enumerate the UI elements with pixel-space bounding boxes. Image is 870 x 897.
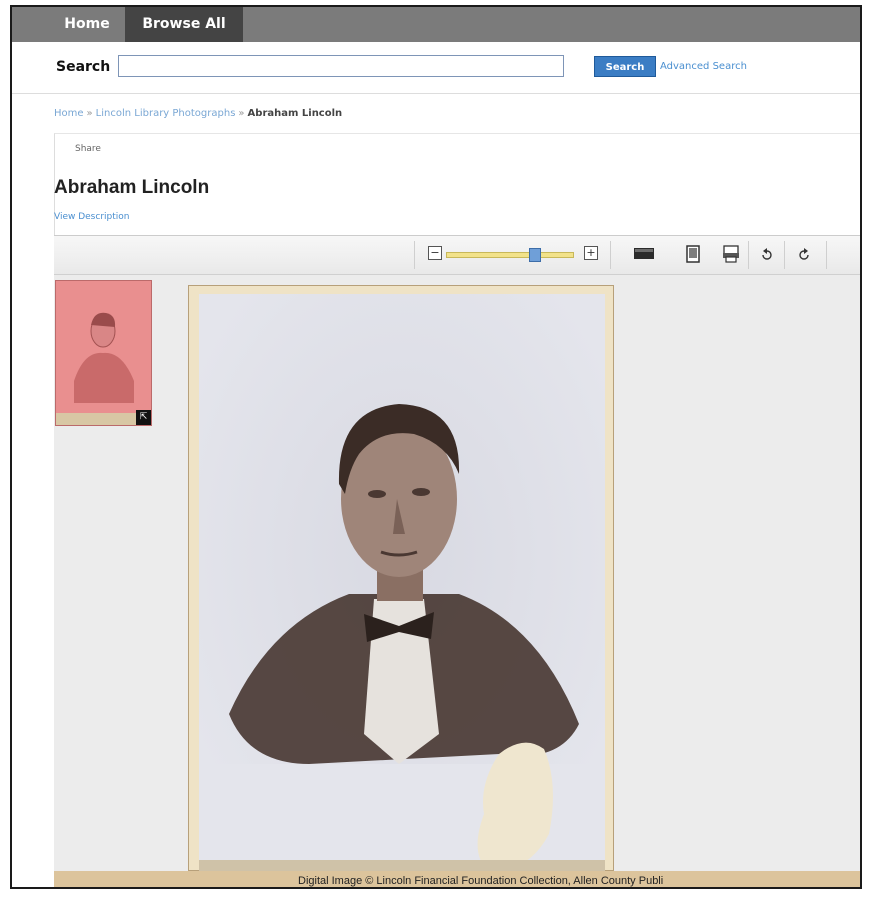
breadcrumb-separator: »	[86, 108, 93, 119]
rotate-left-icon[interactable]	[758, 244, 776, 264]
rotate-right-icon[interactable]	[795, 244, 813, 264]
nav-home-tab[interactable]: Home	[52, 7, 122, 42]
zoom-slider-handle[interactable]	[529, 248, 542, 262]
image-viewer[interactable]: ⇱	[54, 275, 860, 872]
thumbnail-expand-icon[interactable]: ⇱	[136, 410, 151, 425]
search-input[interactable]	[118, 55, 564, 77]
viewer-toolbar: − +	[54, 235, 860, 275]
zoom-out-button[interactable]: −	[428, 246, 442, 260]
breadcrumb-collection[interactable]: Lincoln Library Photographs	[96, 108, 236, 119]
toolbar-divider	[414, 241, 415, 269]
top-nav: Home Browse All	[12, 7, 860, 42]
photograph-image	[199, 294, 605, 872]
zoom-in-button[interactable]: +	[584, 246, 598, 260]
advanced-search-link[interactable]: Advanced Search	[660, 61, 747, 72]
zoom-slider[interactable]	[446, 248, 574, 262]
breadcrumb-separator: »	[238, 108, 245, 119]
breadcrumb: Home» Lincoln Library Photographs» Abraham…	[54, 108, 342, 119]
breadcrumb-home[interactable]: Home	[54, 108, 84, 119]
print-icon[interactable]	[721, 244, 741, 264]
search-label: Search	[56, 59, 111, 75]
view-description-link[interactable]: View Description	[54, 212, 129, 222]
lincoln-portrait	[199, 294, 605, 872]
share-link[interactable]: Share	[75, 144, 101, 154]
browser-frame: Home Browse All Search Search Advanced S…	[10, 5, 862, 889]
photograph[interactable]	[188, 285, 614, 872]
toolbar-divider	[748, 241, 749, 269]
breadcrumb-current: Abraham Lincoln	[247, 108, 343, 119]
fit-width-icon[interactable]	[632, 244, 656, 264]
toolbar-divider	[784, 241, 785, 269]
image-credit: Digital Image © Lincoln Financial Founda…	[298, 875, 664, 887]
toolbar-divider	[826, 241, 827, 269]
search-button[interactable]: Search	[594, 56, 656, 77]
fit-page-icon[interactable]	[684, 244, 702, 264]
page-thumbnail[interactable]: ⇱	[55, 280, 152, 426]
page-title: Abraham Lincoln	[54, 177, 210, 198]
search-bar: Search Search Advanced Search	[12, 43, 860, 94]
nav-browse-all-tab[interactable]: Browse All	[125, 7, 243, 42]
thumbnail-portrait	[74, 312, 134, 403]
toolbar-divider	[610, 241, 611, 269]
